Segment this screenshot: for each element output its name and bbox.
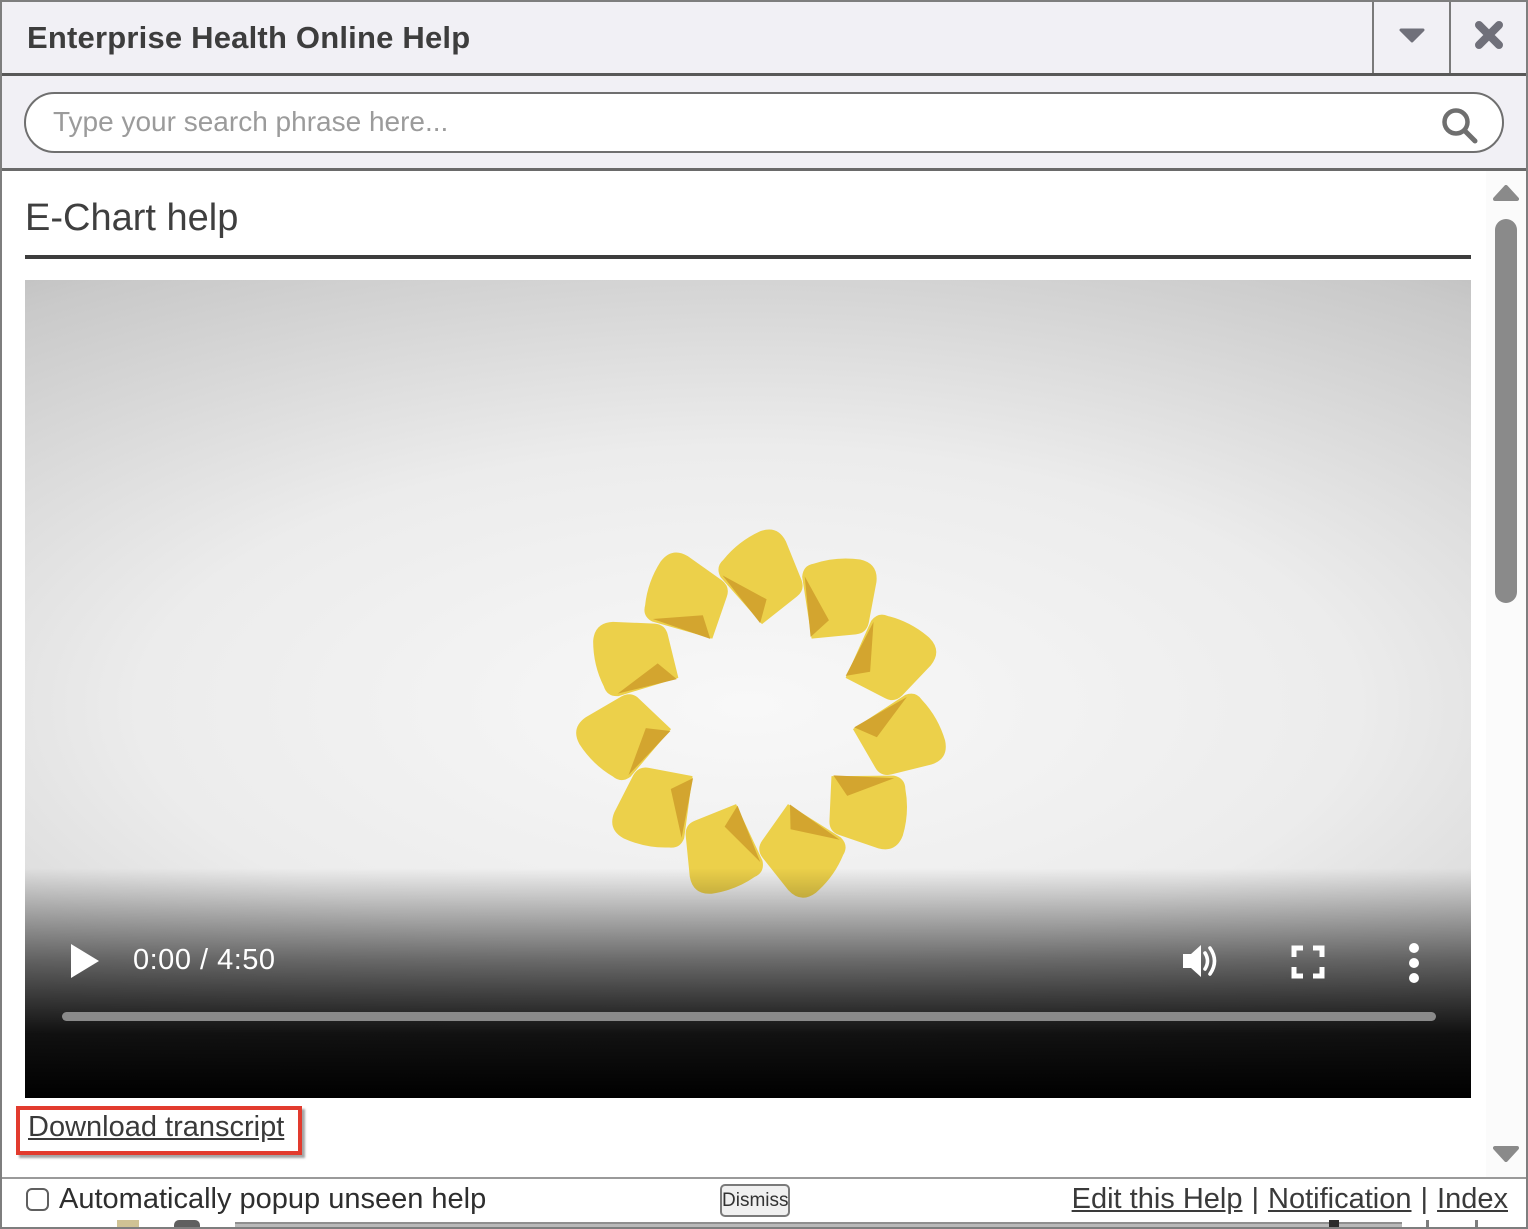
cutoff-element — [1426, 1220, 1429, 1227]
footer-links: Edit this Help|Notification|Index — [1072, 1183, 1508, 1216]
cutoff-element — [1475, 1220, 1478, 1227]
auto-popup-label: Automatically popup unseen help — [59, 1183, 486, 1216]
search-field[interactable] — [24, 92, 1504, 153]
play-button[interactable] — [70, 943, 100, 984]
volume-icon[interactable] — [1181, 943, 1221, 984]
title-bar: Enterprise Health Online Help — [2, 2, 1526, 76]
footer-bar: Automatically popup unseen help Dismiss … — [2, 1177, 1526, 1220]
overflow-menu-icon[interactable] — [1408, 942, 1420, 989]
heading-divider — [25, 255, 1471, 259]
fullscreen-icon[interactable] — [1291, 945, 1325, 984]
search-bar-row — [2, 76, 1526, 171]
video-player[interactable]: 0:00 / 4:50 — [25, 280, 1471, 1098]
link-separator: | — [1421, 1183, 1429, 1215]
loading-spinner-icon — [569, 523, 955, 914]
notification-link[interactable]: Notification — [1268, 1183, 1411, 1215]
download-transcript-link[interactable]: Download transcript — [28, 1111, 284, 1143]
scrollbar-thumb[interactable] — [1495, 219, 1517, 603]
page-title: E-Chart help — [25, 197, 1526, 240]
video-controls: 0:00 / 4:50 — [25, 868, 1471, 1098]
window-title: Enterprise Health Online Help — [2, 2, 1372, 73]
search-icon[interactable] — [1440, 106, 1480, 151]
video-time: 0:00 / 4:50 — [133, 944, 276, 977]
cutoff-element — [117, 1220, 139, 1227]
dismiss-button[interactable]: Dismiss — [720, 1184, 790, 1217]
close-icon — [1473, 19, 1505, 56]
video-progress-bar[interactable] — [62, 1012, 1436, 1021]
cutoff-element — [1329, 1220, 1339, 1227]
search-input[interactable] — [26, 106, 1502, 138]
cutoff-element — [235, 1222, 1402, 1227]
help-content: E-Chart help — [2, 171, 1526, 1177]
auto-popup-checkbox[interactable] — [26, 1188, 49, 1211]
chevron-down-icon — [1399, 28, 1425, 48]
underlying-page-sliver — [2, 1220, 1526, 1227]
scroll-up-icon[interactable] — [1493, 185, 1519, 206]
link-separator: | — [1251, 1183, 1259, 1215]
edit-this-help-link[interactable]: Edit this Help — [1072, 1183, 1243, 1215]
vertical-scrollbar[interactable] — [1486, 171, 1526, 1177]
transcript-highlight-box: Download transcript — [16, 1106, 302, 1155]
index-link[interactable]: Index — [1437, 1183, 1508, 1215]
scroll-down-icon[interactable] — [1493, 1146, 1519, 1167]
close-button[interactable] — [1449, 2, 1526, 73]
help-dialog-window: Enterprise Health Online Help — [0, 0, 1528, 1229]
cutoff-element — [174, 1220, 200, 1227]
collapse-button[interactable] — [1372, 2, 1449, 73]
